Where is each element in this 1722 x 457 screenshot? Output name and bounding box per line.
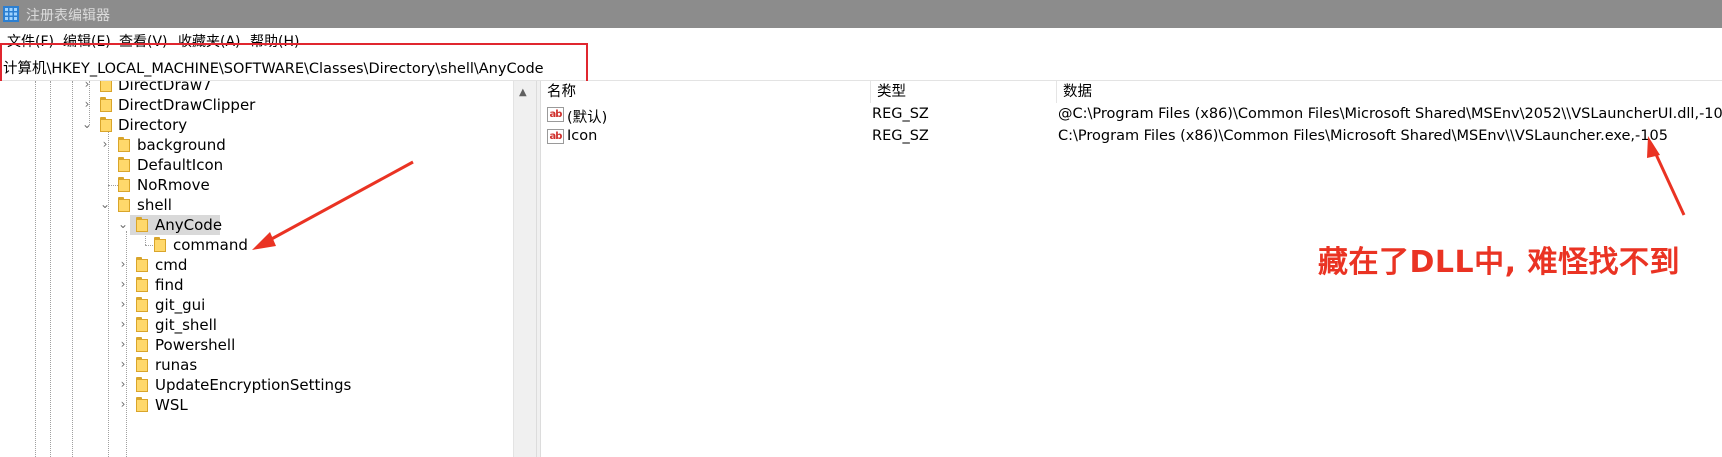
value-data: @C:\Program Files (x86)\Common Files\Mic…	[1058, 106, 1722, 122]
tree-node-label: Powershell	[155, 336, 236, 354]
tree-node-normove[interactable]: NoRmove	[0, 175, 510, 195]
tree-node-label: command	[173, 236, 248, 254]
tree-node-label: git_shell	[155, 316, 217, 334]
tree-node-label: cmd	[155, 256, 188, 274]
window-title: 注册表编辑器	[26, 8, 110, 24]
chevron-right-icon[interactable]: ›	[116, 377, 130, 391]
tree-node-git-shell[interactable]: › git_shell	[0, 315, 510, 335]
tree-node-label: git_gui	[155, 296, 206, 314]
folder-icon	[100, 81, 114, 92]
chevron-right-icon[interactable]: ›	[116, 317, 130, 331]
chevron-down-icon[interactable]: ⌄	[98, 197, 112, 211]
list-item-default[interactable]: ab (默认) REG_SZ @C:\Program Files (x86)\C…	[541, 104, 1722, 126]
folder-icon	[100, 97, 114, 112]
regedit-app-icon	[3, 6, 19, 22]
tree-node-background[interactable]: › background	[0, 135, 510, 155]
tree-node-shell[interactable]: ⌄ shell	[0, 195, 510, 215]
tree-node-updateencryptionsettings[interactable]: › UpdateEncryptionSettings	[0, 375, 510, 395]
tree-node-directdrawclipper[interactable]: › DirectDrawClipper	[0, 95, 510, 115]
tree-node-cmd[interactable]: › cmd	[0, 255, 510, 275]
tree-node-label: runas	[155, 356, 198, 374]
column-header-data[interactable]: 数据	[1057, 81, 1722, 103]
list-item-icon[interactable]: ab Icon REG_SZ C:\Program Files (x86)\Co…	[541, 126, 1722, 148]
scroll-up-arrow-icon[interactable]: ▲	[519, 87, 527, 98]
tree-pane[interactable]: › DirectDraw7 › DirectDrawClipper ⌄ Dire…	[0, 81, 536, 457]
tree-node-defaulticon[interactable]: DefaultIcon	[0, 155, 510, 175]
tree-node-runas[interactable]: › runas	[0, 355, 510, 375]
folder-icon	[100, 117, 114, 132]
value-type: REG_SZ	[872, 106, 929, 122]
tree-node-label: NoRmove	[137, 176, 210, 194]
folder-icon	[136, 377, 150, 392]
tree-node-label: WSL	[155, 396, 188, 414]
folder-icon	[136, 357, 150, 372]
folder-icon	[154, 237, 168, 252]
chevron-right-icon[interactable]: ›	[116, 277, 130, 291]
column-header-type[interactable]: 类型	[871, 81, 1057, 103]
tree-node-label: background	[137, 136, 226, 154]
folder-icon	[136, 257, 150, 272]
folder-icon	[118, 197, 132, 212]
folder-open-icon	[136, 217, 150, 232]
chevron-right-icon[interactable]: ›	[116, 337, 130, 351]
folder-icon	[136, 397, 150, 412]
folder-icon	[136, 317, 150, 332]
tree-node-label: DirectDraw7	[118, 81, 212, 94]
tree-node-wsl[interactable]: › WSL	[0, 395, 510, 415]
chevron-down-icon[interactable]: ⌄	[116, 217, 130, 231]
annotation-text: 藏在了DLL中, 难怪找不到	[1318, 245, 1680, 280]
tree-scrollbar[interactable]: ▲	[513, 81, 536, 457]
folder-icon	[136, 337, 150, 352]
value-name: (默认)	[567, 110, 608, 126]
column-header-name[interactable]: 名称	[541, 81, 871, 103]
chevron-right-icon[interactable]: ›	[98, 137, 112, 151]
chevron-right-icon[interactable]: ›	[116, 257, 130, 271]
chevron-right-icon[interactable]: ›	[80, 97, 94, 111]
chevron-right-icon[interactable]: ›	[116, 357, 130, 371]
folder-icon	[136, 297, 150, 312]
tree-node-find[interactable]: › find	[0, 275, 510, 295]
address-highlight-box	[0, 43, 588, 83]
tree-node-label: DirectDrawClipper	[118, 96, 256, 114]
tree-node-command[interactable]: command	[0, 235, 510, 255]
tree-node-label: DefaultIcon	[137, 156, 224, 174]
folder-icon	[136, 277, 150, 292]
folder-icon	[118, 177, 132, 192]
chevron-right-icon[interactable]: ›	[116, 297, 130, 311]
tree-node-label: shell	[137, 196, 172, 214]
title-bar: 注册表编辑器	[0, 0, 1722, 28]
tree-node-anycode[interactable]: ⌄ AnyCode	[0, 215, 510, 235]
value-data: C:\Program Files (x86)\Common Files\Micr…	[1058, 128, 1668, 144]
chevron-down-icon[interactable]: ⌄	[80, 117, 94, 131]
folder-icon	[118, 157, 132, 172]
tree-node-directory[interactable]: ⌄ Directory	[0, 115, 510, 135]
tree-node-label: AnyCode	[155, 216, 223, 234]
value-name: Icon	[567, 128, 598, 144]
chevron-right-icon[interactable]: ›	[80, 81, 94, 91]
folder-icon	[118, 137, 132, 152]
tree-node-label: find	[155, 276, 184, 294]
string-value-icon: ab	[547, 107, 564, 122]
tree-node-label: UpdateEncryptionSettings	[155, 376, 352, 394]
tree-node-directdraw7[interactable]: › DirectDraw7	[0, 81, 510, 95]
tree-node-powershell[interactable]: › Powershell	[0, 335, 510, 355]
tree-node-git-gui[interactable]: › git_gui	[0, 295, 510, 315]
chevron-right-icon[interactable]: ›	[116, 397, 130, 411]
tree-node-label: Directory	[118, 116, 188, 134]
string-value-icon: ab	[547, 129, 564, 144]
value-type: REG_SZ	[872, 128, 929, 144]
